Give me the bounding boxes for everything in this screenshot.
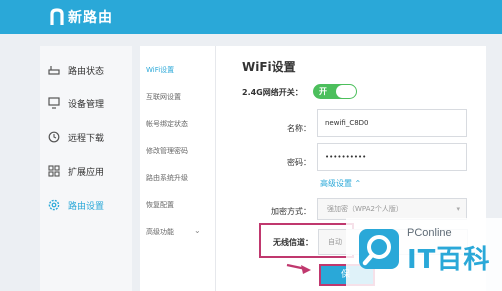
subnav-item-restore-config[interactable]: 恢复配置 bbox=[146, 200, 174, 210]
chevron-down-icon: ⌄ bbox=[194, 226, 201, 235]
sidebar-item-router-status[interactable]: 路由状态 bbox=[40, 58, 132, 82]
sidebar-item-extensions[interactable]: 扩展应用 bbox=[40, 159, 132, 183]
encryption-select[interactable]: 强加密（WPA2个人版） ▾ bbox=[317, 198, 467, 220]
grid-icon bbox=[48, 165, 60, 177]
watermark-brand: PConline bbox=[407, 227, 452, 239]
monitor-icon bbox=[48, 97, 60, 109]
watermark-title: IT百科 bbox=[407, 245, 491, 275]
subnav-item-account-binding[interactable]: 帐号绑定状态 bbox=[146, 119, 188, 129]
advanced-settings-label: 高级设置 bbox=[320, 179, 352, 188]
subnav-item-advanced[interactable]: 高级功能 bbox=[146, 227, 174, 237]
sidebar-item-remote-download[interactable]: 远程下载 bbox=[40, 125, 132, 149]
sidebar-item-device-management[interactable]: 设备管理 bbox=[40, 91, 132, 115]
channel-label: 无线信道： bbox=[273, 238, 313, 247]
ssid-label: 名称： bbox=[287, 124, 311, 133]
app-title: 新路由 bbox=[68, 10, 113, 26]
page-title: WiFi设置 bbox=[242, 60, 296, 74]
settings-subnav: WiFi设置 互联网设置 帐号绑定状态 修改管理密码 路由系统升级 恢复配置 高… bbox=[140, 46, 216, 291]
band-switch-toggle[interactable]: 开 bbox=[313, 84, 357, 99]
subnav-item-wifi-settings[interactable]: WiFi设置 bbox=[146, 65, 174, 75]
main-sidebar: 路由状态 设备管理 远程下载 扩展应用 路由设置 bbox=[40, 46, 132, 291]
sidebar-item-label: 远程下载 bbox=[68, 133, 105, 144]
top-header: 新路由 bbox=[0, 0, 502, 34]
band-switch-label: 2.4G网络开关： bbox=[242, 88, 303, 97]
sidebar-item-label: 扩展应用 bbox=[68, 167, 105, 178]
sidebar-item-label: 路由设置 bbox=[68, 201, 105, 212]
pointer-arrow-icon bbox=[286, 263, 311, 274]
sidebar-item-label: 设备管理 bbox=[68, 99, 105, 110]
ssid-input[interactable]: newifi_C8D0 bbox=[317, 109, 467, 137]
dropdown-arrow-icon: ▾ bbox=[456, 205, 460, 213]
encryption-value: 强加密（WPA2个人版） bbox=[327, 205, 403, 213]
toggle-state-text: 开 bbox=[319, 87, 327, 96]
sidebar-item-label: 路由状态 bbox=[68, 66, 105, 77]
subnav-item-change-password[interactable]: 修改管理密码 bbox=[146, 146, 188, 156]
newifi-logo-icon bbox=[50, 8, 64, 25]
encryption-label: 加密方式： bbox=[271, 207, 311, 216]
toggle-knob bbox=[336, 85, 356, 98]
sidebar-item-router-settings[interactable]: 路由设置 bbox=[40, 193, 132, 217]
router-icon bbox=[48, 64, 60, 76]
pconline-logo-icon bbox=[359, 229, 399, 269]
subnav-item-internet-settings[interactable]: 互联网设置 bbox=[146, 92, 181, 102]
channel-value: 自动 bbox=[328, 238, 342, 246]
gear-icon bbox=[48, 199, 60, 211]
subnav-item-system-upgrade[interactable]: 路由系统升级 bbox=[146, 173, 188, 183]
password-input[interactable]: •••••••••• bbox=[317, 143, 467, 171]
clock-icon bbox=[48, 131, 60, 143]
password-label: 密码： bbox=[287, 158, 311, 167]
chevron-up-icon: ⌃ bbox=[354, 179, 362, 188]
advanced-settings-link[interactable]: 高级设置 ⌃ bbox=[320, 178, 361, 189]
